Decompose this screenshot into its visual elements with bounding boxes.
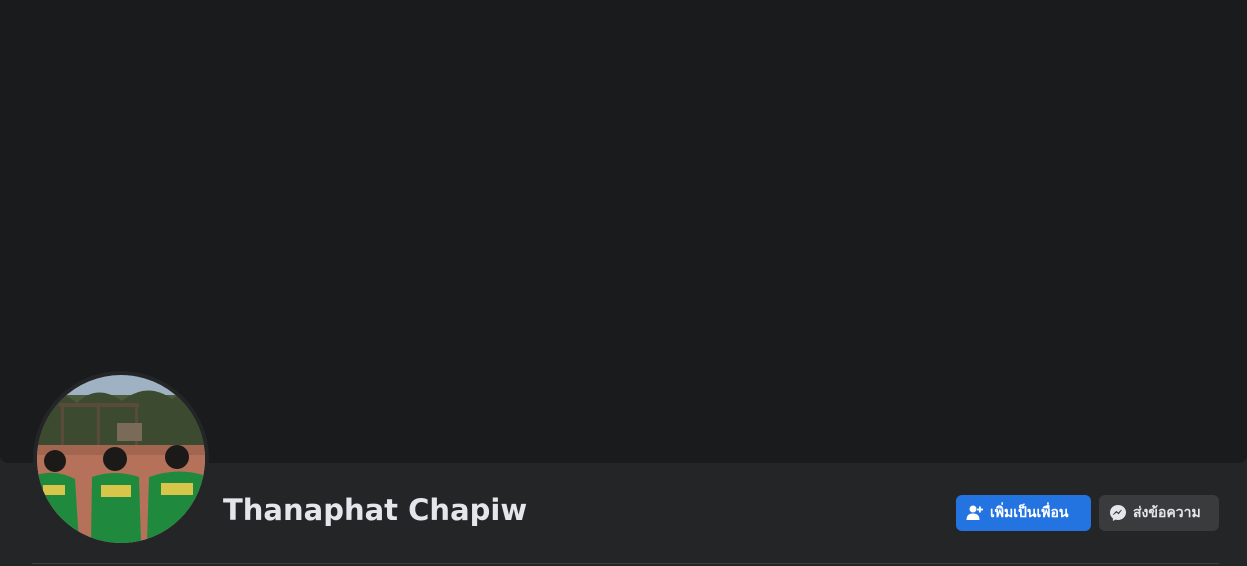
avatar-photo [37,375,205,543]
messenger-icon [1109,504,1127,522]
cover-photo[interactable] [0,0,1247,463]
add-friend-icon [966,504,984,522]
profile-header: Thanaphat Chapiw เพิ่มเป็นเพื่อน ส่งข้อค… [0,0,1247,566]
message-label: ส่งข้อความ [1133,505,1201,521]
add-friend-label: เพิ่มเป็นเพื่อน [990,505,1069,521]
message-button[interactable]: ส่งข้อความ [1099,495,1219,531]
profile-name: Thanaphat Chapiw [223,493,528,527]
profile-picture[interactable] [33,371,209,547]
section-divider [32,563,1219,564]
avatar[interactable] [37,375,205,543]
add-friend-button[interactable]: เพิ่มเป็นเพื่อน [956,495,1091,531]
